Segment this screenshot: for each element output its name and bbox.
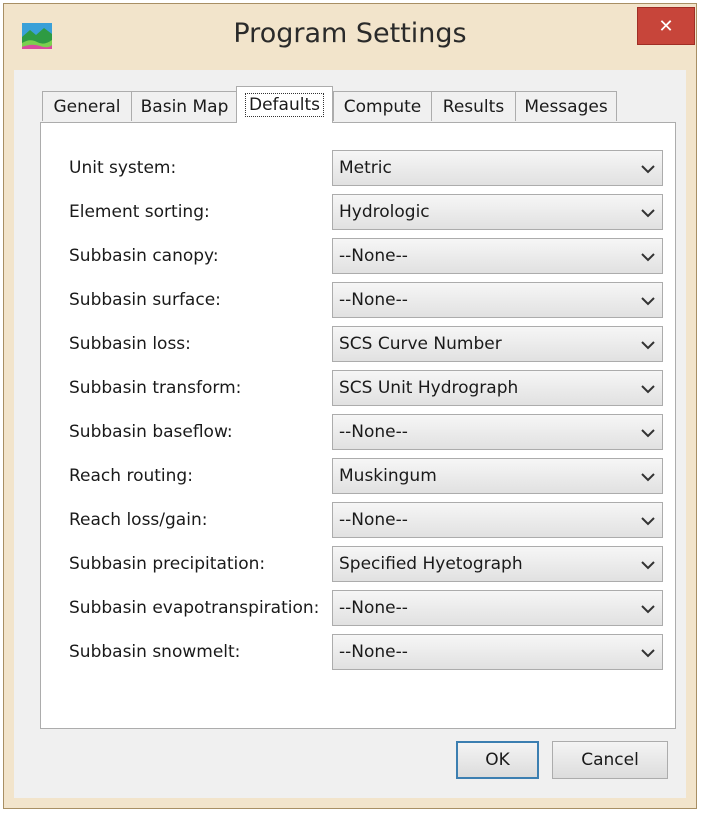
setting-label: Subbasin loss: bbox=[69, 334, 191, 354]
chevron-down-icon bbox=[641, 649, 655, 658]
button-label: Cancel bbox=[581, 750, 639, 770]
select-value: --None-- bbox=[339, 422, 408, 442]
chevron-down-icon bbox=[641, 561, 655, 570]
tab-label: Compute bbox=[343, 96, 422, 117]
chevron-down-icon bbox=[641, 297, 655, 306]
setting-row-subbasin-transform: Subbasin transform: SCS Unit Hydrograph bbox=[41, 370, 675, 408]
setting-row-subbasin-baseflow: Subbasin baseflow: --None-- bbox=[41, 414, 675, 452]
subbasin-evapotranspiration-select[interactable]: --None-- bbox=[332, 590, 663, 626]
setting-label: Subbasin surface: bbox=[69, 290, 221, 310]
setting-label: Reach routing: bbox=[69, 466, 193, 486]
button-label: OK bbox=[485, 750, 510, 770]
select-value: Metric bbox=[339, 158, 392, 178]
tab-general[interactable]: General bbox=[42, 91, 132, 121]
tab-label: Defaults bbox=[245, 93, 324, 117]
setting-label: Subbasin transform: bbox=[69, 378, 242, 398]
cancel-button[interactable]: Cancel bbox=[552, 741, 668, 779]
subbasin-transform-select[interactable]: SCS Unit Hydrograph bbox=[332, 370, 663, 406]
select-value: Specified Hyetograph bbox=[339, 554, 523, 574]
subbasin-loss-select[interactable]: SCS Curve Number bbox=[332, 326, 663, 362]
tab-label: Messages bbox=[524, 96, 608, 117]
tab-results[interactable]: Results bbox=[431, 91, 516, 121]
title-bar[interactable]: Program Settings ✕ bbox=[4, 4, 696, 70]
chevron-down-icon bbox=[641, 341, 655, 350]
setting-row-subbasin-canopy: Subbasin canopy: --None-- bbox=[41, 238, 675, 276]
chevron-down-icon bbox=[641, 517, 655, 526]
reach-routing-select[interactable]: Muskingum bbox=[332, 458, 663, 494]
setting-row-subbasin-precipitation: Subbasin precipitation: Specified Hyetog… bbox=[41, 546, 675, 584]
setting-label: Element sorting: bbox=[69, 202, 210, 222]
subbasin-canopy-select[interactable]: --None-- bbox=[332, 238, 663, 274]
ok-button[interactable]: OK bbox=[456, 741, 539, 779]
setting-label: Subbasin precipitation: bbox=[69, 554, 266, 574]
setting-label: Subbasin canopy: bbox=[69, 246, 219, 266]
tab-basin-map[interactable]: Basin Map bbox=[131, 91, 238, 121]
defaults-panel: Unit system: Metric Element sorting: Hyd… bbox=[40, 122, 676, 729]
select-value: --None-- bbox=[339, 598, 408, 618]
program-settings-dialog: Program Settings ✕ General Basin Map Def… bbox=[3, 3, 697, 809]
setting-label: Subbasin baseflow: bbox=[69, 422, 233, 442]
tab-label: Basin Map bbox=[140, 96, 229, 117]
chevron-down-icon bbox=[641, 473, 655, 482]
select-value: --None-- bbox=[339, 290, 408, 310]
dialog-body: General Basin Map Defaults Compute Resul… bbox=[14, 70, 686, 798]
chevron-down-icon bbox=[641, 429, 655, 438]
setting-label: Unit system: bbox=[69, 158, 177, 178]
setting-row-element-sorting: Element sorting: Hydrologic bbox=[41, 194, 675, 232]
tab-compute[interactable]: Compute bbox=[333, 91, 432, 121]
select-value: Hydrologic bbox=[339, 202, 430, 222]
setting-row-subbasin-loss: Subbasin loss: SCS Curve Number bbox=[41, 326, 675, 364]
setting-label: Subbasin evapotranspiration: bbox=[69, 598, 320, 618]
subbasin-baseflow-select[interactable]: --None-- bbox=[332, 414, 663, 450]
tab-label: Results bbox=[442, 96, 505, 117]
chevron-down-icon bbox=[641, 165, 655, 174]
subbasin-snowmelt-select[interactable]: --None-- bbox=[332, 634, 663, 670]
select-value: SCS Unit Hydrograph bbox=[339, 378, 519, 398]
setting-label: Reach loss/gain: bbox=[69, 510, 208, 530]
select-value: --None-- bbox=[339, 642, 408, 662]
subbasin-precipitation-select[interactable]: Specified Hyetograph bbox=[332, 546, 663, 582]
subbasin-surface-select[interactable]: --None-- bbox=[332, 282, 663, 318]
select-value: --None-- bbox=[339, 510, 408, 530]
setting-label: Subbasin snowmelt: bbox=[69, 642, 241, 662]
select-value: Muskingum bbox=[339, 466, 437, 486]
setting-row-subbasin-snowmelt: Subbasin snowmelt: --None-- bbox=[41, 634, 675, 672]
chevron-down-icon bbox=[641, 209, 655, 218]
close-icon: ✕ bbox=[658, 15, 674, 37]
window-title: Program Settings bbox=[233, 18, 467, 49]
tab-messages[interactable]: Messages bbox=[515, 91, 617, 121]
chevron-down-icon bbox=[641, 385, 655, 394]
setting-row-unit-system: Unit system: Metric bbox=[41, 150, 675, 188]
chevron-down-icon bbox=[641, 605, 655, 614]
select-value: --None-- bbox=[339, 246, 408, 266]
setting-row-reach-loss-gain: Reach loss/gain: --None-- bbox=[41, 502, 675, 540]
close-button[interactable]: ✕ bbox=[637, 7, 695, 45]
setting-row-subbasin-evapotranspiration: Subbasin evapotranspiration: --None-- bbox=[41, 590, 675, 628]
setting-row-reach-routing: Reach routing: Muskingum bbox=[41, 458, 675, 496]
tab-label: General bbox=[53, 96, 121, 117]
setting-row-subbasin-surface: Subbasin surface: --None-- bbox=[41, 282, 675, 320]
reach-loss-gain-select[interactable]: --None-- bbox=[332, 502, 663, 538]
select-value: SCS Curve Number bbox=[339, 334, 502, 354]
chevron-down-icon bbox=[641, 253, 655, 262]
tab-defaults[interactable]: Defaults bbox=[236, 86, 333, 123]
element-sorting-select[interactable]: Hydrologic bbox=[332, 194, 663, 230]
unit-system-select[interactable]: Metric bbox=[332, 150, 663, 186]
